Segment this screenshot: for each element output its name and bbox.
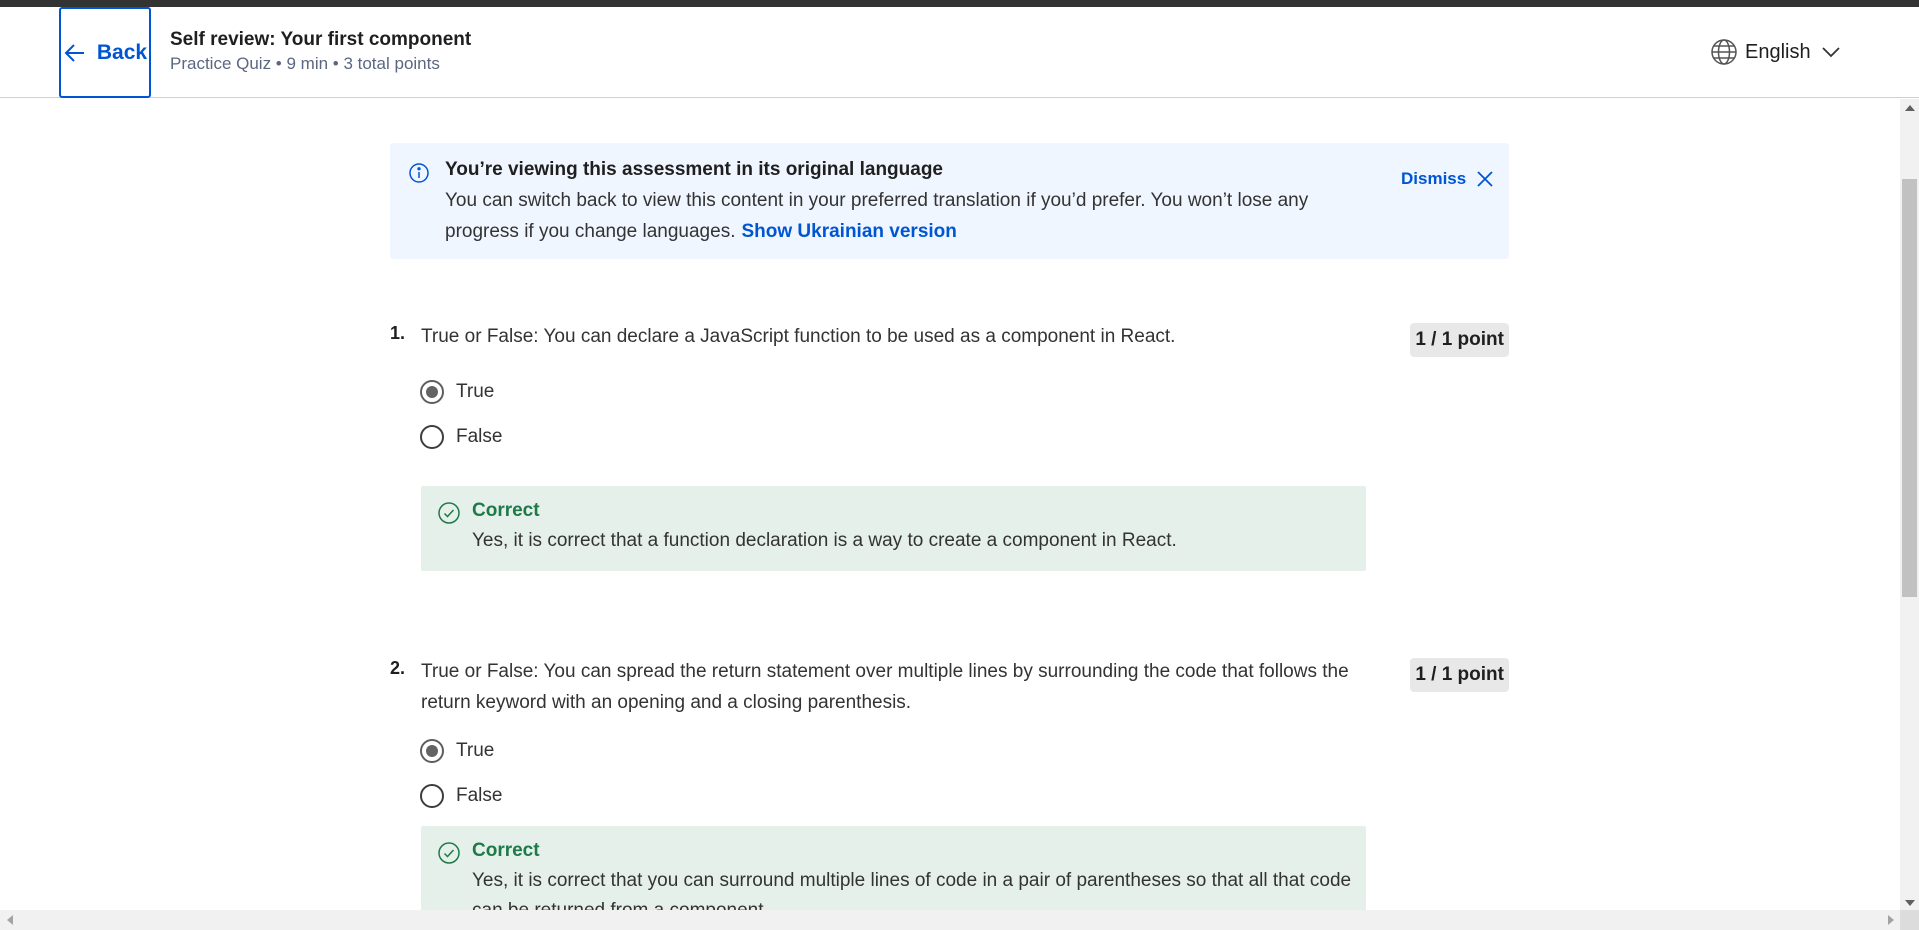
check-circle-icon bbox=[438, 502, 460, 524]
option-label: True bbox=[456, 381, 495, 402]
option-label: True bbox=[456, 740, 495, 761]
scroll-down-arrow[interactable] bbox=[1905, 900, 1915, 906]
question-text: True or False: You can spread the return… bbox=[421, 661, 1349, 713]
back-button[interactable]: Back bbox=[59, 7, 151, 98]
page-title: Self review: Your first component bbox=[170, 29, 472, 50]
feedback-text: Yes, it is correct that a function decla… bbox=[472, 530, 1177, 551]
banner-title: You’re viewing this assessment in its or… bbox=[445, 159, 943, 180]
banner-text-block: You can switch back to view this content… bbox=[445, 185, 1325, 247]
page-header: Back Self review: Your first component P… bbox=[0, 7, 1919, 98]
scroll-right-arrow[interactable] bbox=[1888, 915, 1894, 925]
language-selector[interactable]: English bbox=[1709, 37, 1841, 67]
dismiss-button[interactable]: Dismiss bbox=[1401, 169, 1494, 189]
close-icon bbox=[1477, 171, 1493, 187]
feedback-correct: Correct Yes, it is correct that you can … bbox=[421, 826, 1366, 910]
option-true[interactable]: True bbox=[420, 739, 494, 763]
vertical-scrollbar[interactable] bbox=[1900, 99, 1919, 910]
language-banner: You’re viewing this assessment in its or… bbox=[390, 143, 1509, 259]
radio-button[interactable] bbox=[420, 784, 444, 808]
scrollbar-thumb[interactable] bbox=[1902, 179, 1917, 597]
page-subtitle: Practice Quiz • 9 min • 3 total points bbox=[170, 54, 440, 73]
option-label: False bbox=[456, 426, 503, 447]
chevron-down-icon bbox=[1821, 47, 1840, 58]
top-strip bbox=[0, 0, 1919, 7]
back-label: Back bbox=[96, 40, 148, 64]
question-number: 2. bbox=[390, 658, 406, 678]
scrollbar-corner bbox=[1900, 910, 1919, 930]
feedback-title: Correct bbox=[472, 500, 540, 521]
points-badge: 1 / 1 point bbox=[1410, 658, 1509, 692]
feedback-text: Yes, it is correct that you can surround… bbox=[472, 870, 1352, 910]
info-icon bbox=[409, 163, 429, 183]
feedback-title: Correct bbox=[472, 840, 540, 861]
dismiss-label: Dismiss bbox=[1401, 169, 1467, 188]
horizontal-scrollbar[interactable] bbox=[0, 910, 1900, 930]
radio-button[interactable] bbox=[420, 425, 444, 449]
globe-icon bbox=[1711, 39, 1737, 65]
check-circle-icon bbox=[438, 842, 460, 864]
option-false[interactable]: False bbox=[420, 425, 502, 449]
option-label: False bbox=[456, 785, 503, 806]
option-true[interactable]: True bbox=[420, 380, 494, 404]
language-label: English bbox=[1745, 40, 1811, 63]
main-content: You’re viewing this assessment in its or… bbox=[0, 99, 1900, 910]
feedback-correct: Correct Yes, it is correct that a functi… bbox=[421, 486, 1366, 571]
radio-button[interactable] bbox=[420, 380, 444, 404]
arrow-left-icon bbox=[64, 43, 84, 62]
option-false[interactable]: False bbox=[420, 784, 502, 808]
scroll-up-arrow[interactable] bbox=[1905, 105, 1915, 111]
points-badge: 1 / 1 point bbox=[1410, 323, 1509, 357]
radio-button[interactable] bbox=[420, 739, 444, 763]
scroll-left-arrow[interactable] bbox=[7, 915, 13, 925]
question-text: True or False: You can declare a JavaScr… bbox=[421, 326, 1176, 347]
show-ukrainian-link[interactable]: Show Ukrainian version bbox=[741, 221, 956, 242]
question-number: 1. bbox=[390, 323, 406, 343]
